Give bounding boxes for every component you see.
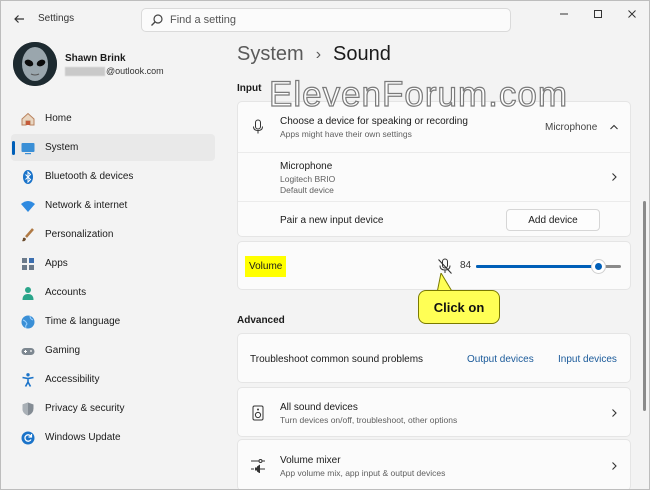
selected-input-device: Microphone [545, 122, 598, 133]
speaker-device-icon [252, 405, 264, 421]
volume-mixer-subtitle: App volume mix, app input & output devic… [280, 468, 446, 478]
window-controls [547, 1, 649, 27]
add-device-button[interactable]: Add device [506, 209, 600, 231]
search-box[interactable] [141, 8, 511, 32]
sidebar-item-gaming[interactable]: Gaming [11, 337, 215, 364]
globe-icon [21, 315, 35, 329]
page-title: Sound [333, 43, 391, 65]
close-icon [628, 10, 636, 18]
user-name: Shawn Brink [65, 53, 126, 64]
output-devices-link[interactable]: Output devices [467, 354, 534, 365]
arrow-left-icon [14, 15, 24, 23]
system-icon [21, 143, 35, 155]
app-title: Settings [38, 13, 75, 24]
sidebar-item-privacy[interactable]: Privacy & security [11, 395, 215, 422]
choose-device-row[interactable]: Choose a device for speaking or recordin… [238, 102, 630, 152]
input-volume-card: Volume 84 [237, 241, 631, 290]
redacted-email-prefix [65, 67, 105, 77]
chevron-up-icon[interactable] [609, 122, 619, 132]
microphone-title: Microphone [280, 161, 333, 172]
pair-device-title: Pair a new input device [280, 215, 384, 226]
input-devices-link[interactable]: Input devices [558, 354, 617, 365]
wifi-icon [21, 201, 35, 212]
volume-mixer-title: Volume mixer [280, 455, 341, 466]
troubleshoot-title: Troubleshoot common sound problems [250, 354, 424, 365]
search-icon [151, 14, 163, 26]
chevron-right-icon [612, 173, 617, 181]
breadcrumb-separator: › [315, 45, 322, 63]
minimize-button[interactable] [547, 1, 581, 27]
search-input[interactable] [170, 11, 500, 29]
troubleshoot-card: Troubleshoot common sound problems Outpu… [237, 333, 631, 383]
sidebar-item-home[interactable]: Home [11, 105, 215, 132]
sidebar-nav: Home System Bluetooth & devices Network … [11, 105, 215, 453]
choose-device-subtitle: Apps might have their own settings [280, 129, 412, 139]
update-icon [21, 431, 35, 445]
microphone-default-label: Default device [280, 185, 334, 195]
microphone-device-row[interactable]: Microphone Logitech BRIO Default device [238, 152, 630, 201]
sidebar-item-system[interactable]: System [11, 134, 215, 161]
brush-icon [22, 228, 34, 242]
all-sound-devices-card[interactable]: All sound devices Turn devices on/off, t… [237, 387, 631, 437]
chevron-right-icon [612, 462, 617, 470]
breadcrumb: System › Sound [237, 43, 391, 66]
all-sound-devices-title: All sound devices [280, 402, 358, 413]
microphone-model: Logitech BRIO [280, 174, 336, 184]
sidebar-item-network[interactable]: Network & internet [11, 192, 215, 219]
sidebar-item-apps[interactable]: Apps [11, 250, 215, 277]
all-sound-devices-subtitle: Turn devices on/off, troubleshoot, other… [280, 415, 458, 425]
settings-window: Settings Shawn Brink @outlook.com [0, 0, 650, 490]
sidebar-item-bluetooth[interactable]: Bluetooth & devices [11, 163, 215, 190]
input-card: Choose a device for speaking or recordin… [237, 101, 631, 237]
volume-slider-thumb[interactable] [591, 260, 605, 273]
shield-icon [22, 402, 34, 416]
volume-mixer-card[interactable]: Volume mixer App volume mix, app input &… [237, 439, 631, 489]
alien-avatar-icon [13, 42, 57, 86]
scrollbar[interactable] [643, 201, 646, 411]
apps-icon [22, 258, 34, 270]
volume-label: Volume [245, 256, 287, 277]
volume-value: 84 [460, 260, 472, 271]
chevron-right-icon [612, 409, 617, 417]
sidebar-item-time-language[interactable]: Time & language [11, 308, 215, 335]
advanced-section-label: Advanced [237, 315, 285, 326]
sidebar-item-accessibility[interactable]: Accessibility [11, 366, 215, 393]
accessibility-icon [22, 373, 34, 387]
user-email: @outlook.com [65, 66, 164, 77]
volume-slider[interactable] [476, 260, 621, 273]
accounts-icon [22, 287, 34, 300]
pair-device-row: Pair a new input device Add device [238, 201, 630, 238]
microphone-icon [253, 119, 263, 134]
sidebar-item-personalization[interactable]: Personalization [11, 221, 215, 248]
home-icon [21, 112, 35, 126]
volume-mixer-icon [251, 459, 265, 473]
breadcrumb-parent[interactable]: System [237, 43, 304, 66]
minimize-icon [560, 13, 568, 15]
maximize-button[interactable] [581, 1, 615, 27]
back-button[interactable] [9, 9, 29, 29]
click-on-callout: Click on [418, 290, 500, 324]
sidebar-item-accounts[interactable]: Accounts [11, 279, 215, 306]
avatar[interactable] [13, 42, 57, 86]
choose-device-title: Choose a device for speaking or recordin… [280, 116, 468, 127]
bluetooth-icon [23, 170, 33, 184]
sidebar-item-windows-update[interactable]: Windows Update [11, 424, 215, 451]
input-section-label: Input [237, 83, 262, 94]
close-button[interactable] [615, 1, 649, 27]
gamepad-icon [21, 348, 35, 355]
title-bar: Settings [1, 1, 649, 37]
volume-slider-fill [476, 265, 598, 268]
maximize-icon [594, 10, 602, 18]
